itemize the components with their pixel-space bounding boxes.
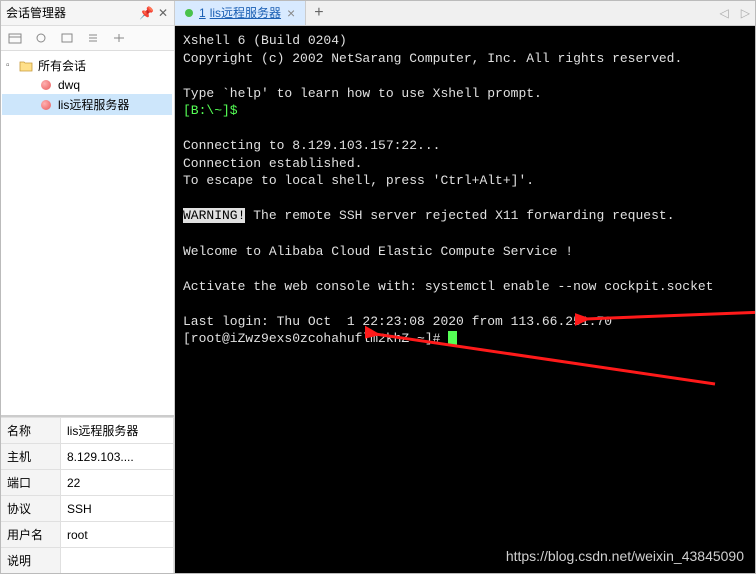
property-row: 协议SSH: [1, 496, 174, 522]
tab-close-icon[interactable]: ×: [287, 5, 295, 21]
properties-panel: 名称lis远程服务器主机8.129.103....端口22协议SSH用户名roo…: [0, 416, 174, 574]
property-value[interactable]: 8.129.103....: [61, 444, 174, 470]
session-dot-icon: [38, 78, 54, 92]
terminal-output[interactable]: Xshell 6 (Build 0204) Copyright (c) 2002…: [175, 26, 756, 574]
property-key: 主机: [1, 444, 61, 470]
terminal-line: Activate the web console with: systemctl…: [183, 279, 714, 294]
sidebar-header: 会话管理器 📌 ✕: [0, 0, 174, 26]
property-row: 端口22: [1, 470, 174, 496]
properties-table: 名称lis远程服务器主机8.129.103....端口22协议SSH用户名roo…: [0, 417, 174, 574]
terminal-warning: WARNING!: [183, 208, 245, 223]
tree-toggle-icon[interactable]: ▫: [6, 60, 18, 71]
terminal-line: Copyright (c) 2002 NetSarang Computer, I…: [183, 51, 682, 66]
property-value[interactable]: [61, 548, 174, 574]
property-row: 主机8.129.103....: [1, 444, 174, 470]
tree-item-label: lis远程服务器: [58, 96, 129, 113]
terminal-prompt-root: [root@iZwz9exs0zcohahuflm2khZ ~]#: [183, 331, 448, 346]
property-value[interactable]: SSH: [61, 496, 174, 522]
session-manager-sidebar: 会话管理器 📌 ✕ ▫所有会话dwqlis远程服务器 名称lis远程服务器主机8…: [0, 0, 175, 574]
folder-icon: [18, 59, 34, 73]
property-row: 名称lis远程服务器: [1, 418, 174, 444]
toolbar-btn-4[interactable]: [84, 30, 102, 46]
tree-item-label: 所有会话: [38, 57, 86, 74]
tab-nav-next[interactable]: ▷: [735, 6, 756, 20]
terminal-prompt: [B:\~]$: [183, 103, 238, 118]
watermark: https://blog.csdn.net/weixin_43845090: [506, 547, 744, 566]
terminal-line: To escape to local shell, press 'Ctrl+Al…: [183, 173, 534, 188]
session-tree: ▫ 所有会话 dwq lis远程服务器: [0, 51, 174, 416]
cursor-icon: [448, 331, 457, 346]
toolbar-btn-3[interactable]: [58, 30, 76, 46]
toolbar-btn-5[interactable]: [110, 30, 128, 46]
tab-index: 1: [199, 6, 206, 20]
tab-nav-prev[interactable]: ◁: [714, 6, 735, 20]
property-row: 用户名root: [1, 522, 174, 548]
property-value[interactable]: lis远程服务器: [61, 418, 174, 444]
pin-icon[interactable]: 📌: [139, 6, 154, 20]
property-key: 协议: [1, 496, 61, 522]
terminal-line: Xshell 6 (Build 0204): [183, 33, 347, 48]
tab-bar: 1 lis远程服务器 × + ◁ ▷: [175, 0, 756, 26]
toolbar-btn-1[interactable]: [6, 30, 24, 46]
close-icon[interactable]: ✕: [158, 6, 168, 20]
terminal-line: Last login: Thu Oct 1 22:23:08 2020 from…: [183, 314, 612, 329]
tree-item[interactable]: ▫ 所有会话: [2, 55, 172, 76]
tab-label: lis远程服务器: [210, 4, 281, 21]
property-key: 名称: [1, 418, 61, 444]
tab-session[interactable]: 1 lis远程服务器 ×: [175, 0, 306, 25]
add-tab-button[interactable]: +: [306, 4, 331, 22]
sidebar-title: 会话管理器: [6, 4, 135, 21]
sidebar-toolbar: [0, 26, 174, 51]
toolbar-btn-2[interactable]: [32, 30, 50, 46]
tree-item[interactable]: lis远程服务器: [2, 94, 172, 115]
session-dot-icon: [38, 98, 54, 112]
terminal-line: Connection established.: [183, 156, 362, 171]
terminal-line: The remote SSH server rejected X11 forwa…: [245, 208, 674, 223]
main-area: 1 lis远程服务器 × + ◁ ▷ Xshell 6 (Build 0204)…: [175, 0, 756, 574]
property-key: 说明: [1, 548, 61, 574]
property-row: 说明: [1, 548, 174, 574]
property-value[interactable]: 22: [61, 470, 174, 496]
terminal-line: Type `help' to learn how to use Xshell p…: [183, 86, 542, 101]
tree-item-label: dwq: [58, 78, 80, 92]
property-key: 端口: [1, 470, 61, 496]
property-key: 用户名: [1, 522, 61, 548]
terminal-line: Welcome to Alibaba Cloud Elastic Compute…: [183, 244, 573, 259]
property-value[interactable]: root: [61, 522, 174, 548]
terminal-line: Connecting to 8.129.103.157:22...: [183, 138, 440, 153]
status-dot-icon: [185, 9, 193, 17]
tree-item[interactable]: dwq: [2, 76, 172, 94]
